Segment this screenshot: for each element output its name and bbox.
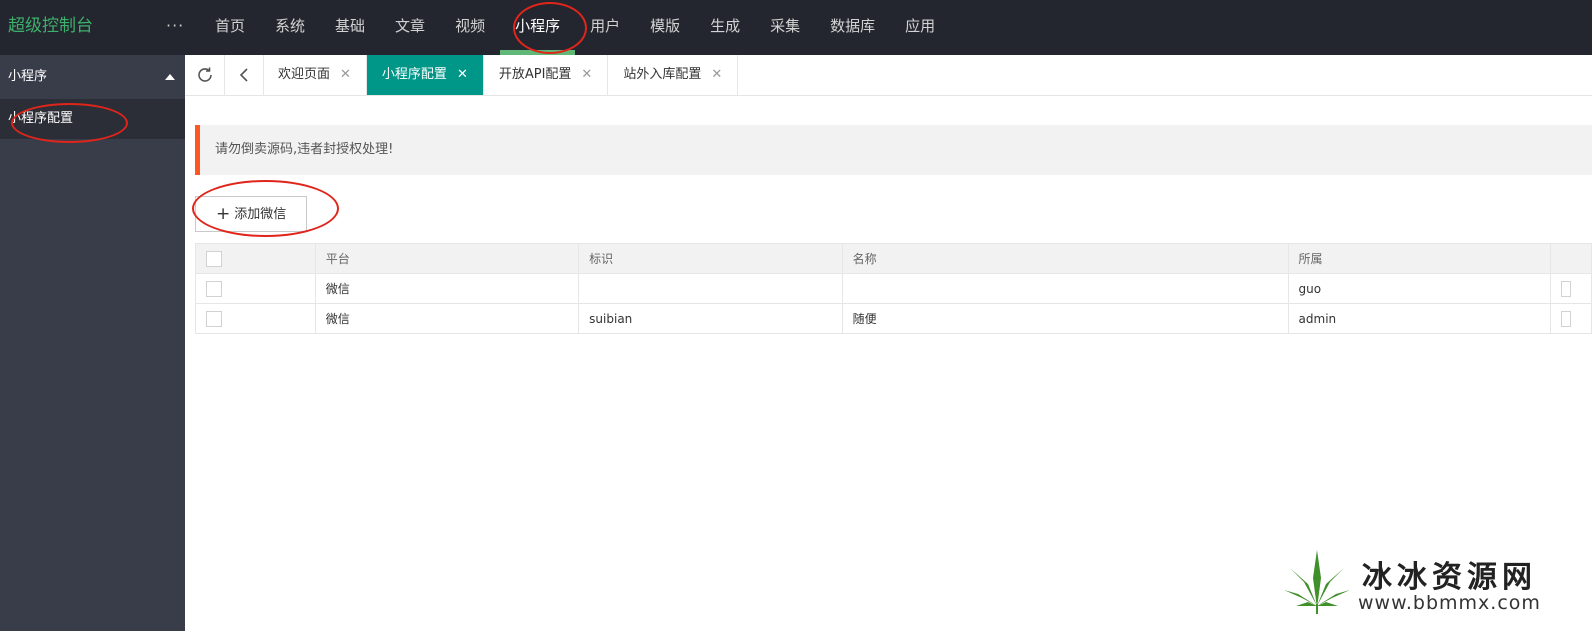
top-nav-menu: 首页 系统 基础 文章 视频 小程序 用户 模版 生成 采集 数据库 应用	[200, 0, 950, 55]
nav-item-basic[interactable]: 基础	[320, 0, 380, 55]
more-menu-button[interactable]: ···	[166, 14, 184, 38]
tab-open-api-config[interactable]: 开放API配置 ✕	[484, 55, 609, 95]
action-button[interactable]	[1560, 310, 1571, 327]
add-wechat-button[interactable]: + 添加微信	[195, 196, 307, 232]
refresh-icon	[197, 67, 212, 82]
nav-item-miniprogram[interactable]: 小程序	[500, 0, 576, 55]
cell-owner: admin	[1287, 303, 1551, 334]
sidebar-item-miniprogram-config[interactable]: 小程序配置	[0, 99, 185, 139]
page-tabs: 欢迎页面 ✕ 小程序配置 ✕ 开放API配置 ✕ 站外入库配置 ✕	[263, 55, 739, 95]
cell-owner: guo	[1287, 273, 1551, 304]
table-header-row: 平台 标识 名称 所属	[195, 243, 1592, 274]
close-icon[interactable]: ✕	[711, 67, 722, 82]
sidebar: 小程序 小程序配置	[0, 55, 185, 631]
table-row: 微信 guo	[195, 273, 1592, 304]
nav-item-generate[interactable]: 生成	[695, 0, 755, 55]
cell-platform: 微信	[314, 303, 580, 334]
cell-ident	[578, 273, 843, 304]
column-header-owner[interactable]: 所属	[1287, 243, 1551, 274]
cell-ident: suibian	[578, 303, 843, 334]
column-header-ident[interactable]: 标识	[578, 243, 843, 274]
row-checkbox-cell	[195, 303, 316, 334]
cell-name: 随便	[841, 303, 1289, 334]
select-all-checkbox[interactable]	[206, 250, 222, 267]
back-button[interactable]	[224, 55, 264, 95]
tab-welcome[interactable]: 欢迎页面 ✕	[263, 55, 367, 95]
row-checkbox[interactable]	[206, 280, 222, 297]
nav-item-system[interactable]: 系统	[260, 0, 320, 55]
notice-banner: 请勿倒卖源码,违者封授权处理!	[195, 125, 1592, 175]
watermark-cn-text: 冰冰资源网	[1362, 560, 1537, 595]
add-wechat-label: 添加微信	[234, 207, 287, 222]
nav-item-article[interactable]: 文章	[380, 0, 440, 55]
close-icon[interactable]: ✕	[581, 67, 592, 82]
nav-item-video[interactable]: 视频	[440, 0, 500, 55]
column-header-name[interactable]: 名称	[841, 243, 1289, 274]
nav-item-collect[interactable]: 采集	[755, 0, 815, 55]
nav-item-home[interactable]: 首页	[200, 0, 260, 55]
leaf-logo-icon	[1284, 550, 1350, 614]
cell-name	[841, 273, 1289, 304]
column-header-actions	[1549, 243, 1592, 274]
app-logo[interactable]: 超级控制台	[8, 14, 93, 38]
action-button[interactable]	[1560, 280, 1571, 297]
nav-item-database[interactable]: 数据库	[815, 0, 890, 55]
cell-actions	[1549, 303, 1592, 334]
select-all-cell	[195, 243, 316, 274]
refresh-button[interactable]	[185, 55, 225, 95]
nav-item-template[interactable]: 模版	[635, 0, 695, 55]
caret-up-icon	[165, 74, 175, 80]
tab-bar: 欢迎页面 ✕ 小程序配置 ✕ 开放API配置 ✕ 站外入库配置 ✕	[185, 55, 1592, 96]
tab-label: 小程序配置	[381, 67, 447, 82]
watermark: 冰冰资源网 www.bbmmx.com	[1282, 548, 1572, 618]
table-row: 微信 suibian 随便 admin	[195, 303, 1592, 334]
cell-platform: 微信	[314, 273, 580, 304]
nav-item-apps[interactable]: 应用	[890, 0, 950, 55]
row-checkbox[interactable]	[206, 310, 222, 327]
column-header-platform[interactable]: 平台	[314, 243, 580, 274]
close-icon[interactable]: ✕	[340, 67, 351, 82]
sidebar-group-miniprogram[interactable]: 小程序	[0, 55, 185, 99]
row-checkbox-cell	[195, 273, 316, 304]
top-navbar: 超级控制台 ··· 首页 系统 基础 文章 视频 小程序 用户 模版 生成 采集…	[0, 0, 1592, 55]
cell-actions	[1549, 273, 1592, 304]
tab-external-import-config[interactable]: 站外入库配置 ✕	[608, 55, 739, 95]
config-table: 平台 标识 名称 所属 微信 guo 微信 suibian 随便 admin	[195, 243, 1592, 334]
tab-label: 开放API配置	[498, 67, 572, 82]
watermark-url-text: www.bbmmx.com	[1358, 592, 1541, 614]
tab-label: 欢迎页面	[278, 67, 331, 82]
tab-label: 站外入库配置	[623, 67, 702, 82]
close-icon[interactable]: ✕	[457, 67, 468, 82]
plus-icon: +	[216, 204, 231, 224]
chevron-left-icon	[239, 68, 248, 82]
sidebar-group-label: 小程序	[8, 69, 48, 84]
nav-item-user[interactable]: 用户	[575, 0, 635, 55]
tab-miniprogram-config[interactable]: 小程序配置 ✕	[366, 55, 484, 95]
